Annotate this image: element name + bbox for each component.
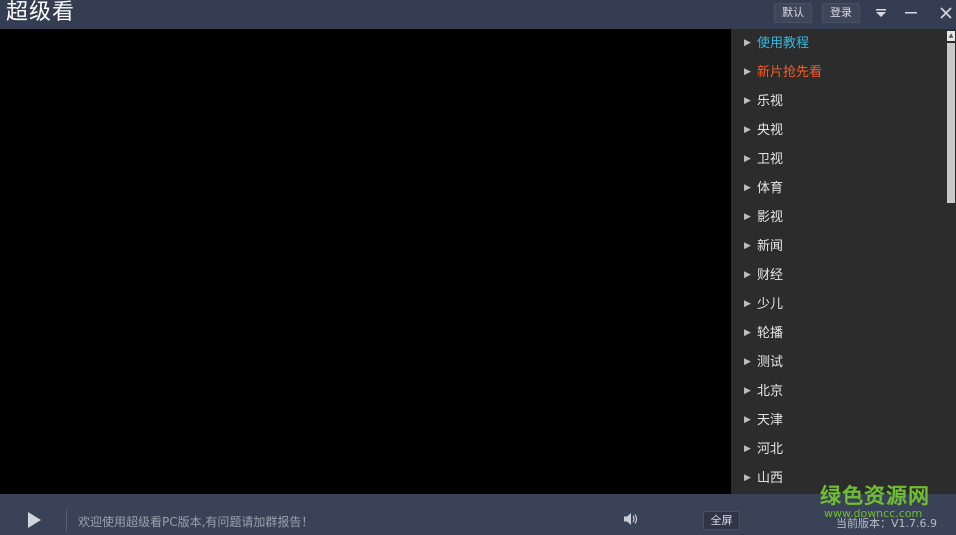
expand-arrow-icon: ▶ <box>744 212 751 222</box>
expand-arrow-icon: ▶ <box>744 38 751 48</box>
channel-item[interactable]: ▶ 财经 <box>731 261 945 290</box>
expand-arrow-icon: ▶ <box>744 270 751 280</box>
channel-label: 体育 <box>757 181 784 196</box>
expand-arrow-icon: ▶ <box>744 67 751 77</box>
expand-arrow-icon: ▶ <box>744 357 751 367</box>
watermark-logo: 绿色资源网 www.downcc.com <box>820 484 940 524</box>
expand-arrow-icon: ▶ <box>744 473 751 483</box>
play-icon[interactable] <box>24 510 46 532</box>
watermark-sub: www.downcc.com <box>824 507 923 520</box>
app-title: 超级看 <box>6 0 76 25</box>
expand-arrow-icon: ▶ <box>744 125 751 135</box>
expand-arrow-icon: ▶ <box>744 415 751 425</box>
expand-arrow-icon: ▶ <box>744 328 751 338</box>
channel-item[interactable]: ▶ 新片抢先看 <box>731 58 945 87</box>
channel-label: 山西 <box>757 471 784 486</box>
channel-label: 测试 <box>757 355 784 370</box>
channel-label: 使用教程 <box>757 36 810 51</box>
watermark-main: 绿色资源网 <box>820 484 930 508</box>
volume-icon[interactable] <box>623 512 641 528</box>
scroll-thumb[interactable] <box>947 43 955 203</box>
channel-list: ▶ 使用教程 ▶ 新片抢先看 ▶ 乐视 ▶ 央视 ▶ 卫视 ▶ 体育 ▶ 影视 ▶ 新闻 ▶ 财经 ▶ 少儿 ▶ 轮播 ▶ 测… <box>731 29 945 493</box>
bottom-control-bar: 欢迎使用超级看PC版本,有问题请加群报告！ 全屏 当前版本：V1.7.6.9 <box>0 494 956 535</box>
channel-item[interactable]: ▶ 使用教程 <box>731 29 945 58</box>
expand-arrow-icon: ▶ <box>744 183 751 193</box>
scroll-up-arrow-icon[interactable]: ▲ <box>947 31 955 41</box>
channel-item[interactable]: ▶ 河北 <box>731 435 945 464</box>
expand-arrow-icon: ▶ <box>744 444 751 454</box>
channel-label: 影视 <box>757 210 784 225</box>
channel-item[interactable]: ▶ 乐视 <box>731 87 945 116</box>
channel-label: 天津 <box>757 413 784 428</box>
menu-dropdown-icon[interactable] <box>870 2 892 24</box>
channel-label: 乐视 <box>757 94 784 109</box>
channel-item[interactable]: ▶ 影视 <box>731 203 945 232</box>
close-icon[interactable] <box>935 2 956 24</box>
video-player-area[interactable] <box>0 29 731 494</box>
minimize-icon[interactable] <box>900 2 922 24</box>
channel-item[interactable]: ▶ 轮播 <box>731 319 945 348</box>
channel-label: 央视 <box>757 123 784 138</box>
channel-label: 卫视 <box>757 152 784 167</box>
channel-label: 北京 <box>757 384 784 399</box>
channel-label: 轮播 <box>757 326 784 341</box>
expand-arrow-icon: ▶ <box>744 386 751 396</box>
channel-item[interactable]: ▶ 少儿 <box>731 290 945 319</box>
sidebar-scrollbar[interactable]: ▲ <box>946 29 956 494</box>
channel-item[interactable]: ▶ 天津 <box>731 406 945 435</box>
welcome-message: 欢迎使用超级看PC版本,有问题请加群报告！ <box>78 515 314 529</box>
channel-item[interactable]: ▶ 卫视 <box>731 145 945 174</box>
title-bar: 超级看 默认 登录 <box>0 0 956 29</box>
channel-item[interactable]: ▶ 体育 <box>731 174 945 203</box>
expand-arrow-icon: ▶ <box>744 154 751 164</box>
channel-label: 新闻 <box>757 239 784 254</box>
login-button[interactable]: 登录 <box>822 3 860 23</box>
fullscreen-button[interactable]: 全屏 <box>703 511 740 530</box>
divider <box>66 510 67 532</box>
channel-label: 河北 <box>757 442 784 457</box>
channel-item[interactable]: ▶ 新闻 <box>731 232 945 261</box>
channel-item[interactable]: ▶ 北京 <box>731 377 945 406</box>
channel-label: 财经 <box>757 268 784 283</box>
expand-arrow-icon: ▶ <box>744 241 751 251</box>
channel-item[interactable]: ▶ 测试 <box>731 348 945 377</box>
expand-arrow-icon: ▶ <box>744 299 751 309</box>
default-button[interactable]: 默认 <box>774 3 812 23</box>
channel-label: 少儿 <box>757 297 784 312</box>
channel-item[interactable]: ▶ 央视 <box>731 116 945 145</box>
channel-label: 新片抢先看 <box>757 65 823 80</box>
channel-sidebar: ▶ 使用教程 ▶ 新片抢先看 ▶ 乐视 ▶ 央视 ▶ 卫视 ▶ 体育 ▶ 影视 ▶ 新闻 ▶ 财经 ▶ 少儿 ▶ 轮播 ▶ 测… <box>731 29 956 494</box>
expand-arrow-icon: ▶ <box>744 96 751 106</box>
